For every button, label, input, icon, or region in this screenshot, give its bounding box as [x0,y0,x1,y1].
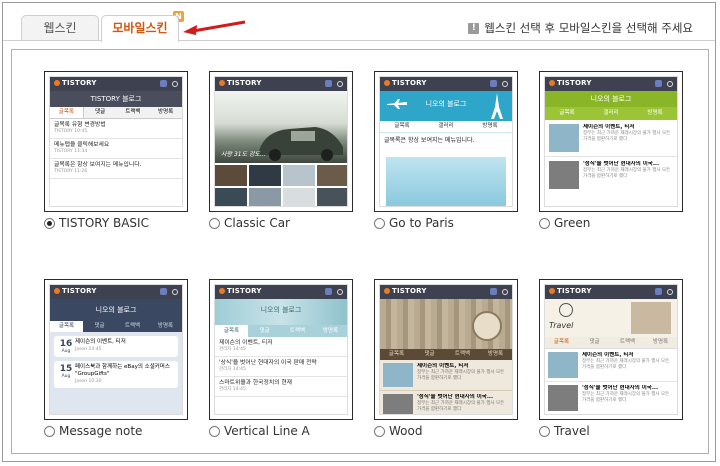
photo-grid [215,165,347,206]
thumbnail [549,161,579,189]
preview-row: 제이슨의 이벤트, 티저 정부는 최근 가까운 재래시장의 물가 행사 모든 가격… [545,120,677,157]
search-icon [667,81,673,87]
user-icon [160,80,167,87]
skin-label: Green [554,216,591,230]
skin-preview-wood[interactable]: TISTORY 글목록 댓글 트랙백 방명록 제이슨의 이벤트, 티저 정부는 최… [374,279,518,420]
wood-header [380,299,512,349]
preview-row: 16 Aug 제이슨의 이벤트, 티저 Jason 14:45 [54,336,178,357]
preview-row: 글목록은 항상 보여지는 메뉴입니다. TISTORY 11:26 [50,159,182,179]
skin-card-go-to-paris[interactable]: TISTORY 니오의 블로그 글목록 갤러리 방명록 글목록은 항상 보여지는… [374,71,520,230]
user-icon [490,288,497,295]
preview-blog-title: TISTORY 블로그 [50,91,182,107]
skin-radio-travel[interactable] [539,425,550,437]
skin-preview-tistory-basic[interactable]: TISTORY TISTORY 블로그 글목록 댓글 트랙백 방명록 글목록 유… [44,71,188,212]
skin-grid: TISTORY TISTORY 블로그 글목록 댓글 트랙백 방명록 글목록 유… [11,49,709,454]
preview-blog-title: 니오의 블로그 [50,299,182,321]
preview-row: 메뉴탭을 클릭해보세요 TISTORY 11:34 [50,139,182,159]
skin-card-wood[interactable]: TISTORY 글목록 댓글 트랙백 방명록 제이슨의 이벤트, 티저 정부는 최… [374,279,520,438]
preview-row: 제이슨의 이벤트, 티저 정부는 최근 가까운 재래시장의 물가 행사 모든 가격… [380,360,512,391]
car-icon [259,127,343,161]
thumbnail [548,352,578,378]
search-icon [667,289,673,295]
notice: ! 웹스킨 선택 후 모바일스킨을 선택해 주세요 [468,20,693,36]
eiffel-tower-icon [491,93,503,119]
skin-label: Vertical Line A [224,424,310,438]
skin-preview-go-to-paris[interactable]: TISTORY 니오의 블로그 글목록 갤러리 방명록 글목록은 항상 보여지는… [374,71,518,212]
skin-card-message-note[interactable]: TISTORY 니오의 블로그 글목록 댓글 트랙백 방명록 16 Aug 제이슨… [44,279,190,438]
skin-label: Go to Paris [389,216,454,230]
skin-radio-green[interactable] [539,217,550,229]
sky-photo [386,157,506,206]
skin-preview-message-note[interactable]: TISTORY 니오의 블로그 글목록 댓글 트랙백 방명록 16 Aug 제이슨… [44,279,188,420]
search-icon [502,81,508,87]
user-icon [655,288,662,295]
user-icon [325,288,332,295]
preview-blog-title: 니오의 블로그 [545,91,677,107]
notice-text: 웹스킨 선택 후 모바일스킨을 선택해 주세요 [484,21,693,35]
user-icon [160,288,167,295]
user-icon [490,80,497,87]
user-icon [655,80,662,87]
skin-preview-vertical-line-a[interactable]: TISTORY 니오의 블로그 글목록 댓글 트랙백 방명록 제이슨의 이벤트,… [209,279,353,420]
car-caption: 사랑 31도 강도... [221,151,266,158]
search-icon [172,289,178,295]
skin-label: Classic Car [224,216,290,230]
compass-icon [559,303,573,317]
skin-card-green[interactable]: TISTORY 니오의 블로그 글목록 갤러리 방명록 제이슨의 이벤트, 티저… [539,71,685,230]
preview-row: 제이슨의 이벤트, 티저 관리자 14:45 [215,337,347,357]
skin-preview-classic-car[interactable]: TISTORY 사랑 31도 강도... [209,71,353,212]
search-icon [172,81,178,87]
preview-blog-title: 니오의 블로그 [425,100,467,108]
preview-row: '상식'을 벗어난 현대자의 이국 판매 전략 관리자 14:45 [215,357,347,377]
search-icon [337,289,343,295]
skin-radio-tistory-basic[interactable] [44,217,55,229]
thumbnail [549,124,579,152]
search-icon [337,81,343,87]
skin-radio-vertical-line-a[interactable] [209,425,220,437]
preview-blog-title: 니오의 블로그 [215,299,347,325]
user-icon [325,80,332,87]
preview-row: 제이슨의 이벤트, 티저 정부는 최근 가까운 재래시장의 물가 행사 모든 가격… [545,349,677,382]
preview-row: 글목록은 항상 보여지는 메뉴입니다. [384,137,475,144]
travel-header: Travel [545,299,677,337]
cup-icon [472,311,502,341]
skin-label: TISTORY BASIC [59,216,149,230]
airplane-icon [387,99,407,109]
preview-row: 15 Aug 페이스북과 함께하는 eBay의 소셜커머스 "GroupGifts… [54,361,178,388]
tab-mobile-skin[interactable]: 모바일스킨 [101,15,179,42]
red-arrow-icon [183,20,246,35]
thumbnail [383,363,413,387]
preview-row: '성식'을 벗어난 현대자의 이국... 정부는 최근 가까운 재래시장의 물가 … [380,391,512,414]
skin-radio-wood[interactable] [374,425,385,437]
thumbnail [548,385,578,411]
search-icon [502,289,508,295]
skin-card-tistory-basic[interactable]: TISTORY TISTORY 블로그 글목록 댓글 트랙백 방명록 글목록 유… [44,71,190,230]
preview-row: '성식'을 벗어난 현대자의 이국... 정부는 최근 가까운 재래시장의 물가 … [545,382,677,414]
tab-web-skin[interactable]: 웹스킨 [21,15,99,41]
skin-preview-green[interactable]: TISTORY 니오의 블로그 글목록 갤러리 방명록 제이슨의 이벤트, 티저… [539,71,683,212]
skin-card-travel[interactable]: TISTORY Travel 글목록 댓글 트랙백 방명록 제이슨의 이벤트, … [539,279,685,438]
skin-preview-travel[interactable]: TISTORY Travel 글목록 댓글 트랙백 방명록 제이슨의 이벤트, … [539,279,683,420]
skin-card-classic-car[interactable]: TISTORY 사랑 31도 강도... Classic Car [209,71,355,230]
map-photo [631,302,671,334]
tab-bar: 웹스킨 모바일스킨 N ! 웹스킨 선택 후 모바일스킨을 선택해 주세요 [3,3,715,42]
preview-row: 글목록 유형 변경방법 TISTORY 10:45 [50,119,182,139]
skin-radio-go-to-paris[interactable] [374,217,385,229]
skin-label: Travel [554,424,590,438]
skin-card-vertical-line-a[interactable]: TISTORY 니오의 블로그 글목록 댓글 트랙백 방명록 제이슨의 이벤트,… [209,279,355,438]
thumbnail [383,394,413,414]
preview-row: 스마트위을과 한국정치의 현재 관리자 14:45 [215,377,347,397]
skin-radio-classic-car[interactable] [209,217,220,229]
skin-radio-message-note[interactable] [44,425,55,437]
skin-label: Message note [59,424,143,438]
exclamation-icon: ! [468,22,480,34]
skin-settings-panel: 웹스킨 모바일스킨 N ! 웹스킨 선택 후 모바일스킨을 선택해 주세요 TI… [2,2,716,462]
tistory-logo: TISTORY [54,79,97,87]
skin-label: Wood [389,424,423,438]
preview-row: '성식'을 벗어난 현대자의 이국... 정부는 최근 가까운 재래시장의 물가 … [545,157,677,193]
